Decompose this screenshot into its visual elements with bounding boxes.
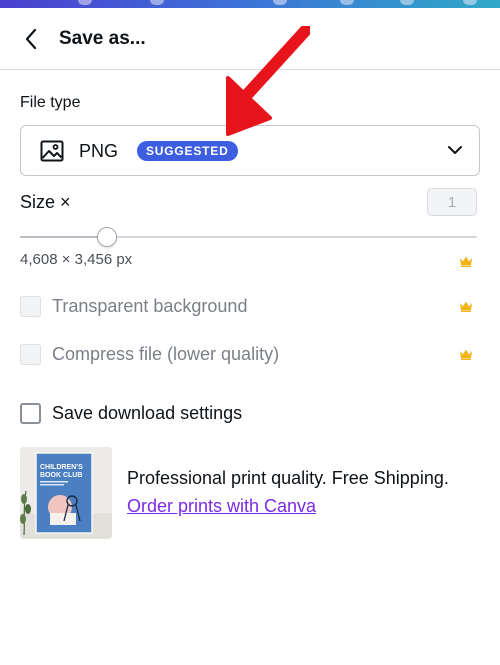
background-toolbar-strip: [0, 0, 500, 8]
toolbar-icon-fragment: [150, 0, 164, 5]
print-promo-text: Professional print quality. Free Shippin…: [127, 468, 449, 488]
back-button[interactable]: [14, 22, 48, 56]
size-multiplier-input[interactable]: [427, 188, 477, 216]
size-slider-fill: [20, 236, 107, 238]
transparent-background-option[interactable]: Transparent background: [20, 294, 247, 318]
toolbar-icon-fragment: [400, 0, 414, 5]
transparent-background-label: Transparent background: [52, 295, 248, 316]
size-label: Size ×: [20, 192, 71, 212]
compress-file-checkbox[interactable]: [20, 343, 41, 365]
compress-file-label: Compress file (lower quality): [52, 343, 280, 364]
crown-icon: [460, 256, 472, 267]
toolbar-icon-fragment: [273, 0, 287, 5]
annotation-arrow-icon: [226, 26, 310, 136]
thumbnail-title-line-2: BOOK CLUB: [40, 472, 82, 479]
poster-illustration: CHILDREN’S BOOK CLUB: [20, 447, 112, 539]
toolbar-icon-fragment: [340, 0, 354, 5]
transparent-background-checkbox[interactable]: [20, 295, 41, 317]
chevron-left-icon: [25, 28, 37, 50]
image-icon: [40, 140, 64, 162]
order-prints-link[interactable]: Order prints with Canva: [127, 496, 316, 517]
save-download-settings-label: Save download settings: [52, 402, 243, 423]
file-type-value: PNG: [79, 141, 119, 161]
crown-icon: [460, 301, 472, 312]
save-download-settings-checkbox[interactable]: [20, 402, 41, 424]
image-dimensions: 4,608 × 3,456 px: [20, 251, 133, 268]
toolbar-icon-fragment: [78, 0, 92, 5]
chevron-down-icon: [448, 146, 462, 154]
compress-file-option[interactable]: Compress file (lower quality): [20, 342, 279, 366]
page-title: Save as...: [59, 28, 146, 49]
toolbar-icon-fragment: [463, 0, 477, 5]
thumbnail-title-line-1: CHILDREN’S: [40, 464, 83, 471]
suggested-badge: SUGGESTED: [137, 141, 238, 161]
print-promo-thumbnail[interactable]: CHILDREN’S BOOK CLUB: [20, 447, 112, 539]
save-download-settings-option[interactable]: Save download settings: [20, 401, 242, 425]
crown-icon: [460, 349, 472, 360]
size-slider-thumb[interactable]: [96, 227, 117, 247]
file-type-label: File type: [20, 94, 81, 111]
